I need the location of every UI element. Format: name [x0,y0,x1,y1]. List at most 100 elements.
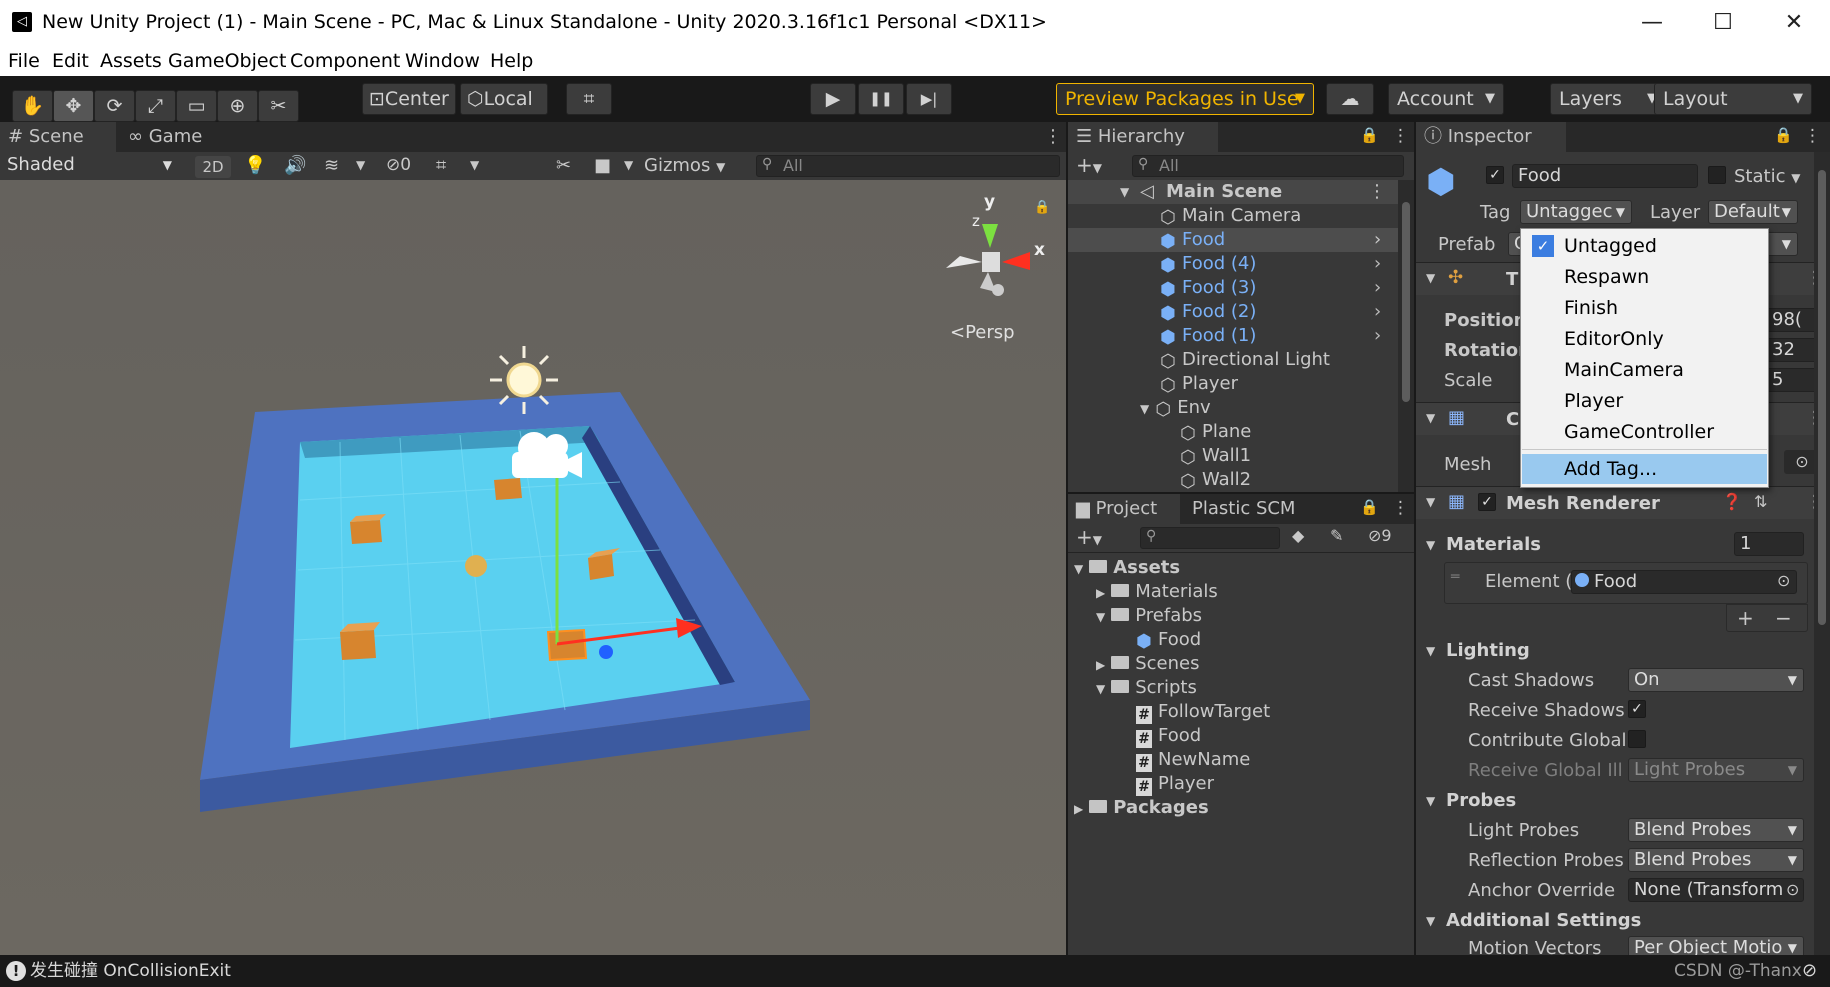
menu-item-add-tag[interactable]: Add Tag... [1522,454,1767,484]
hierarchy-item[interactable]: ⬡ Wall2 [1180,468,1251,492]
more-icon[interactable]: ⋮ [1368,180,1386,204]
chevron-down-icon[interactable]: ▼ [356,158,365,172]
persp-label[interactable]: <Persp [950,322,1015,343]
cloud-icon[interactable]: ☁ [1326,83,1374,115]
tree-item[interactable]: ▶ Scenes [1096,652,1200,676]
hierarchy-item[interactable]: ▼ ⬡ Env [1140,396,1211,420]
menu-window[interactable]: Window [405,50,480,72]
tree-item[interactable]: # FollowTarget [1136,700,1270,724]
scrollbar-thumb[interactable] [1818,170,1826,625]
tab-game[interactable]: ∞ Game [120,122,230,152]
rotate-icon[interactable]: ⟳ [94,90,135,122]
static-label[interactable]: Static ▼ [1734,166,1800,187]
tab-scene[interactable]: # Scene [0,122,116,152]
object-picker-icon[interactable]: ⊙ [1786,880,1799,899]
maximize-button[interactable]: ☐ [1703,8,1743,38]
hierarchy-item[interactable]: ⬢ Food (2) › [1160,300,1398,324]
tab-project[interactable]: ▆ Project [1068,494,1180,524]
hierarchy-item[interactable]: ⬢ Food (4) › [1160,252,1398,276]
close-button[interactable]: ✕ [1774,8,1814,38]
tree-item[interactable]: ▼ Prefabs [1096,604,1202,628]
move-icon[interactable]: ✥ [53,90,94,122]
menu-help[interactable]: Help [490,50,533,72]
account-dropdown[interactable]: Account ▼ [1388,83,1504,115]
minimize-button[interactable]: — [1632,8,1672,38]
light-probes-dropdown[interactable]: Blend Probes ▼ [1628,818,1804,842]
hierarchy-scrollbar[interactable] [1398,180,1414,492]
hand-icon[interactable]: ✋ [12,90,53,122]
tab-plastic-scm[interactable]: Plastic SCM [1184,494,1334,524]
more-icon[interactable]: ⋮ [1392,498,1409,518]
menu-item-gamecontroller[interactable]: GameController [1522,417,1767,447]
scene-search-input[interactable]: All [756,155,1060,177]
remove-element-button[interactable]: − [1775,606,1792,630]
shading-dropdown[interactable]: Shaded ▼ [2,154,178,178]
menu-component[interactable]: Component [290,50,400,72]
gizmos-dropdown[interactable]: Gizmos ▼ [644,155,725,176]
scale-icon[interactable]: ⤢ [135,90,176,122]
hierarchy-item[interactable]: ⬡ Wall1 [1180,444,1251,468]
custom-tool-icon[interactable]: ✂ [258,90,299,122]
tools-icon[interactable]: ✂ [556,155,571,176]
menu-item-finish[interactable]: Finish [1522,293,1767,323]
console-message[interactable]: 发生碰撞 OnCollisionExit [30,955,231,987]
hidden-objects-icon[interactable]: ⊘0 [386,155,411,175]
menu-item-respawn[interactable]: Respawn [1522,262,1767,292]
camera-icon[interactable]: ■ [594,155,611,176]
tree-item[interactable]: # Food [1136,724,1201,748]
menu-gameobject[interactable]: GameObject [168,50,286,72]
materials-size-field[interactable]: 1 [1734,532,1804,556]
preset-icon[interactable]: ⇅ [1754,492,1767,511]
rect-icon[interactable]: ▭ [176,90,217,122]
2d-toggle[interactable]: 2D [195,156,231,178]
transform-icon[interactable]: ⊕ [217,90,258,122]
lock-icon[interactable]: 🔒 [1774,126,1793,144]
component-enabled-checkbox[interactable]: ✓ [1478,493,1496,511]
active-checkbox[interactable]: ✓ [1486,166,1504,184]
tree-item[interactable]: # NewName [1136,748,1250,772]
grid-snap-icon[interactable]: ⌗ [566,83,612,115]
scene-root[interactable]: ▼ ◁ Main Scene ⋮ [1068,180,1398,204]
lock-icon[interactable]: 🔒 [1360,126,1379,144]
chevron-down-icon[interactable]: ▼ [1426,794,1435,808]
pivot-local-button[interactable]: ⬡Local [460,83,548,115]
receive-shadows-checkbox[interactable]: ✓ [1628,700,1646,718]
hierarchy-item[interactable]: ⬢ Food (3) › [1160,276,1398,300]
menu-assets[interactable]: Assets [100,50,162,72]
hierarchy-search-input[interactable]: All [1132,155,1404,177]
pause-button[interactable]: ❚❚ [858,83,904,115]
hierarchy-item[interactable]: ⬢ Food (1) › [1160,324,1398,348]
chevron-down-icon[interactable]: ▼ [1426,644,1435,658]
progress-icon[interactable]: ⊘ [1802,955,1817,987]
add-icon[interactable]: +▼ [1076,525,1102,549]
preview-packages-button[interactable]: Preview Packages in Use ▼ [1056,83,1314,115]
lock-icon[interactable]: 🔒 [1034,200,1050,215]
cast-shadows-dropdown[interactable]: On ▼ [1628,668,1804,692]
scrollbar-thumb[interactable] [1402,202,1410,402]
chevron-down-icon[interactable]: ▼ [624,158,633,172]
chevron-down-icon[interactable]: ▼ [1426,538,1435,552]
step-button[interactable]: ▶| [906,83,952,115]
hierarchy-item[interactable]: ⬡ Main Camera [1160,204,1301,228]
tree-item[interactable]: ⬢ Food [1136,628,1201,652]
hierarchy-item[interactable]: ⬡ Plane [1180,420,1251,444]
reflection-probes-dropdown[interactable]: Blend Probes ▼ [1628,848,1804,872]
layers-dropdown[interactable]: Layers ▼ [1550,83,1666,115]
hierarchy-item[interactable]: ⬡ Directional Light [1160,348,1330,372]
menu-item-maincamera[interactable]: MainCamera [1522,355,1767,385]
hierarchy-item-selected[interactable]: ⬢ Food › [1068,228,1398,252]
motion-vectors-dropdown[interactable]: Per Object Motio ▼ [1628,936,1804,955]
menu-item-player[interactable]: Player [1522,386,1767,416]
chevron-right-icon[interactable]: › [1374,228,1381,252]
help-icon[interactable]: ❓ [1722,492,1742,511]
more-icon[interactable]: ⋮ [1392,126,1409,146]
chevron-down-icon[interactable]: ▼ [1426,914,1435,928]
lighting-toggle-icon[interactable]: 💡 [244,155,266,176]
object-picker-icon[interactable]: ⊙ [1777,571,1790,590]
more-icon[interactable]: ⋮ [1804,126,1821,146]
tab-inspector[interactable]: ⓘ Inspector [1416,122,1566,152]
chevron-down-icon[interactable]: ▼ [470,158,479,172]
inspector-scrollbar[interactable] [1814,152,1830,955]
anchor-override-field[interactable]: None (Transform [1628,878,1804,902]
pivot-center-button[interactable]: ⊡Center [362,83,456,115]
